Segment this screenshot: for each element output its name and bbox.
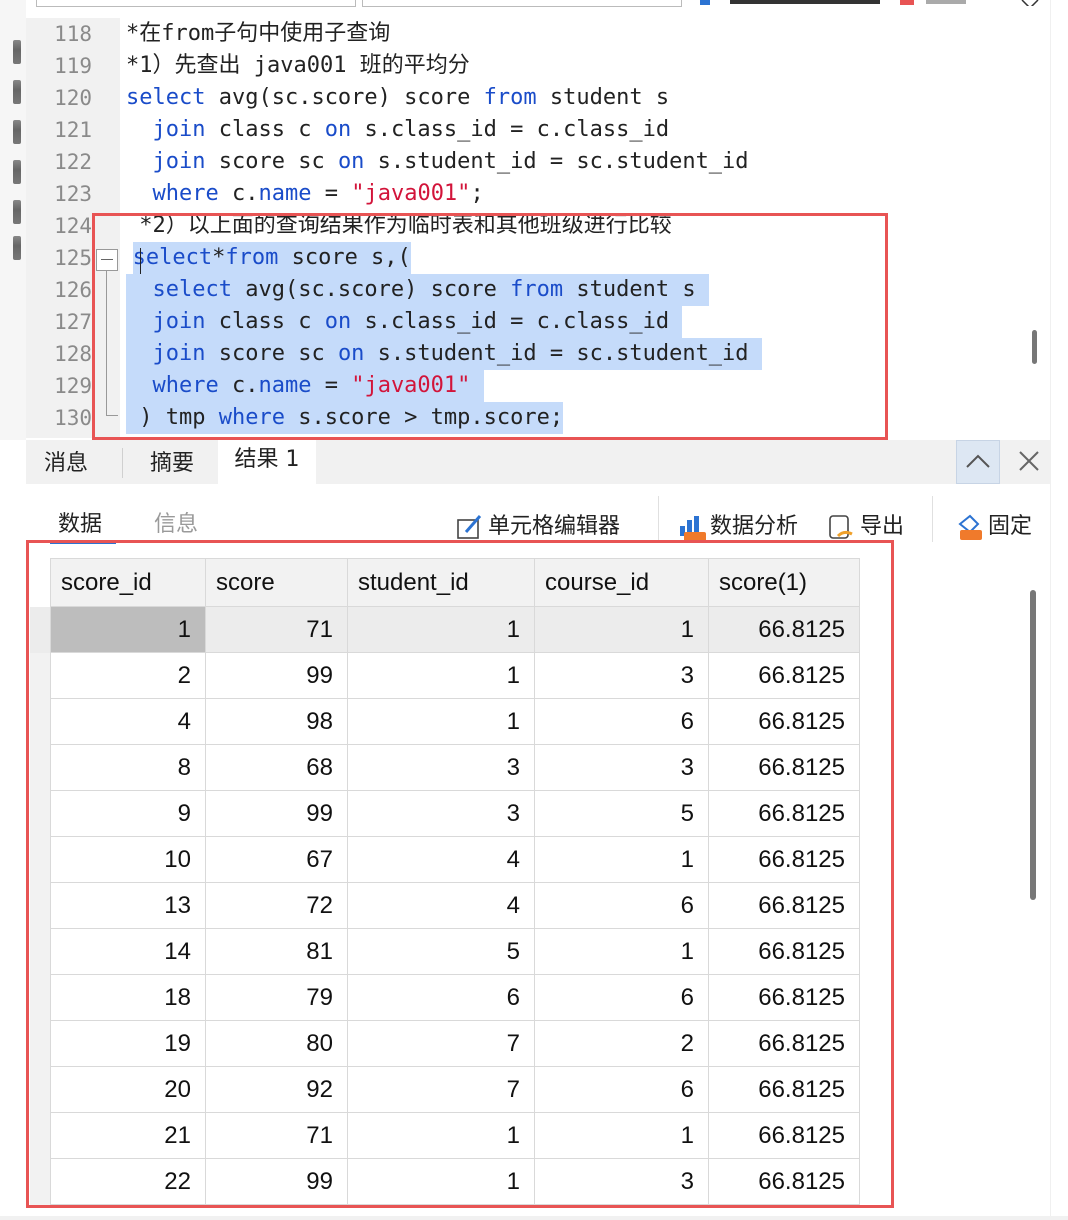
run-selected-icon[interactable] xyxy=(700,0,900,6)
cell-editor-label: 单元格编辑器 xyxy=(488,514,621,539)
sql-text: avg(sc.score) score xyxy=(205,85,484,110)
code-line[interactable]: 118 *在from子句中使用子查询 xyxy=(26,18,1048,50)
code-text: where c.name = "java001"; xyxy=(153,178,484,210)
schema-selector[interactable] xyxy=(362,0,682,7)
result-toolbar: 数据 信息 单元格编辑器 数据分析 导出 固定 xyxy=(26,486,1050,546)
sql-text: score sc xyxy=(205,149,338,174)
export-label: 导出 xyxy=(860,514,905,539)
code-line[interactable]: 120 select avg(sc.score) score from stude… xyxy=(26,82,1048,114)
line-number: 118 xyxy=(54,22,92,46)
result-tab-bar: 消息 摘要 结果 1 xyxy=(26,440,1050,484)
chevron-up-icon xyxy=(966,454,990,468)
sql-text: s.student_id = sc.student_id xyxy=(364,149,749,174)
sql-keyword: name xyxy=(258,181,312,206)
line-number: 126 xyxy=(54,278,92,302)
line-number: 129 xyxy=(54,374,92,398)
code-text: *在from子句中使用子查询 xyxy=(126,18,390,50)
code-line[interactable]: 119 *1）先查出 java001 班的平均分 xyxy=(26,50,1048,82)
database-icon[interactable] xyxy=(13,160,21,184)
object-tree-strip xyxy=(0,0,26,440)
code-text: join score sc on s.student_id = sc.stude… xyxy=(153,146,749,178)
collapse-button[interactable] xyxy=(956,440,1000,484)
code-text: *1）先查出 java001 班的平均分 xyxy=(126,50,470,82)
database-icon[interactable] xyxy=(13,200,21,224)
pin-label: 固定 xyxy=(988,514,1033,539)
sql-keyword: from xyxy=(483,85,537,110)
line-number: 119 xyxy=(54,54,92,78)
sql-keyword: where xyxy=(152,181,219,206)
edit-icon xyxy=(457,515,482,539)
line-number: 120 xyxy=(54,86,92,110)
sql-keyword: join xyxy=(152,149,206,174)
database-icon[interactable] xyxy=(13,80,21,104)
sql-text: *1）先查出 java001 班的平均分 xyxy=(126,53,470,78)
line-number: 124 xyxy=(54,214,92,238)
database-icon[interactable] xyxy=(13,120,21,144)
data-analysis-label: 数据分析 xyxy=(710,514,799,539)
database-icon[interactable] xyxy=(13,236,21,260)
highlight-box-results xyxy=(26,540,894,1208)
chart-icon xyxy=(680,516,706,542)
status-strip xyxy=(0,1216,1068,1220)
tab-result-1[interactable]: 结果 1 xyxy=(218,440,316,484)
close-icon[interactable] xyxy=(1014,446,1046,478)
sql-text: class c xyxy=(205,117,325,142)
code-text: select avg(sc.score) score from student … xyxy=(126,82,669,114)
line-number: 125 xyxy=(54,246,92,270)
toolbar-divider xyxy=(658,496,659,542)
line-number: 122 xyxy=(54,150,92,174)
sql-text: c. xyxy=(218,181,259,206)
database-selector[interactable] xyxy=(36,0,356,7)
export-button[interactable]: 导出 xyxy=(826,512,904,542)
subtab-data[interactable]: 数据 xyxy=(58,506,102,538)
pin-icon xyxy=(958,514,982,540)
database-icon[interactable] xyxy=(13,40,21,64)
close-icon[interactable] xyxy=(1020,0,1040,6)
sql-keyword: on xyxy=(337,149,365,174)
right-panel-edge xyxy=(1050,0,1068,1220)
subtab-info[interactable]: 信息 xyxy=(154,506,198,538)
code-line[interactable]: 123 where c.name = "java001"; xyxy=(26,178,1048,210)
grid-scrollbar[interactable] xyxy=(1030,590,1036,900)
sql-text: *在from子句中使用子查询 xyxy=(126,21,391,46)
data-analysis-button[interactable]: 数据分析 xyxy=(676,512,798,542)
sql-keyword: join xyxy=(152,117,206,142)
sql-text: ; xyxy=(470,181,484,206)
pin-button[interactable]: 固定 xyxy=(954,512,1032,542)
line-number: 128 xyxy=(54,342,92,366)
sql-keyword: on xyxy=(324,117,352,142)
stop-icon[interactable] xyxy=(900,0,980,6)
export-icon xyxy=(829,515,853,539)
tab-summary[interactable]: 摘要 xyxy=(122,440,222,484)
tab-messages[interactable]: 消息 xyxy=(26,440,106,484)
sql-keyword: select xyxy=(126,85,206,110)
line-number: 121 xyxy=(54,118,92,142)
sql-text: student s xyxy=(536,85,670,110)
line-number: 127 xyxy=(54,310,92,334)
line-number: 130 xyxy=(54,406,92,430)
sql-string: "java001" xyxy=(351,181,471,206)
cell-editor-button[interactable]: 单元格编辑器 xyxy=(454,512,620,542)
highlight-box-query xyxy=(92,213,888,440)
toolbar-divider xyxy=(932,496,933,542)
code-line[interactable]: 122 join score sc on s.student_id = sc.st… xyxy=(26,146,1048,178)
code-text: join class c on s.class_id = c.class_id xyxy=(153,114,670,146)
sql-text: = xyxy=(311,181,352,206)
code-line[interactable]: 121 join class c on s.class_id = c.class_… xyxy=(26,114,1048,146)
sql-text: s.class_id = c.class_id xyxy=(351,117,670,142)
line-number: 123 xyxy=(54,182,92,206)
editor-scrollbar[interactable] xyxy=(1032,330,1037,364)
